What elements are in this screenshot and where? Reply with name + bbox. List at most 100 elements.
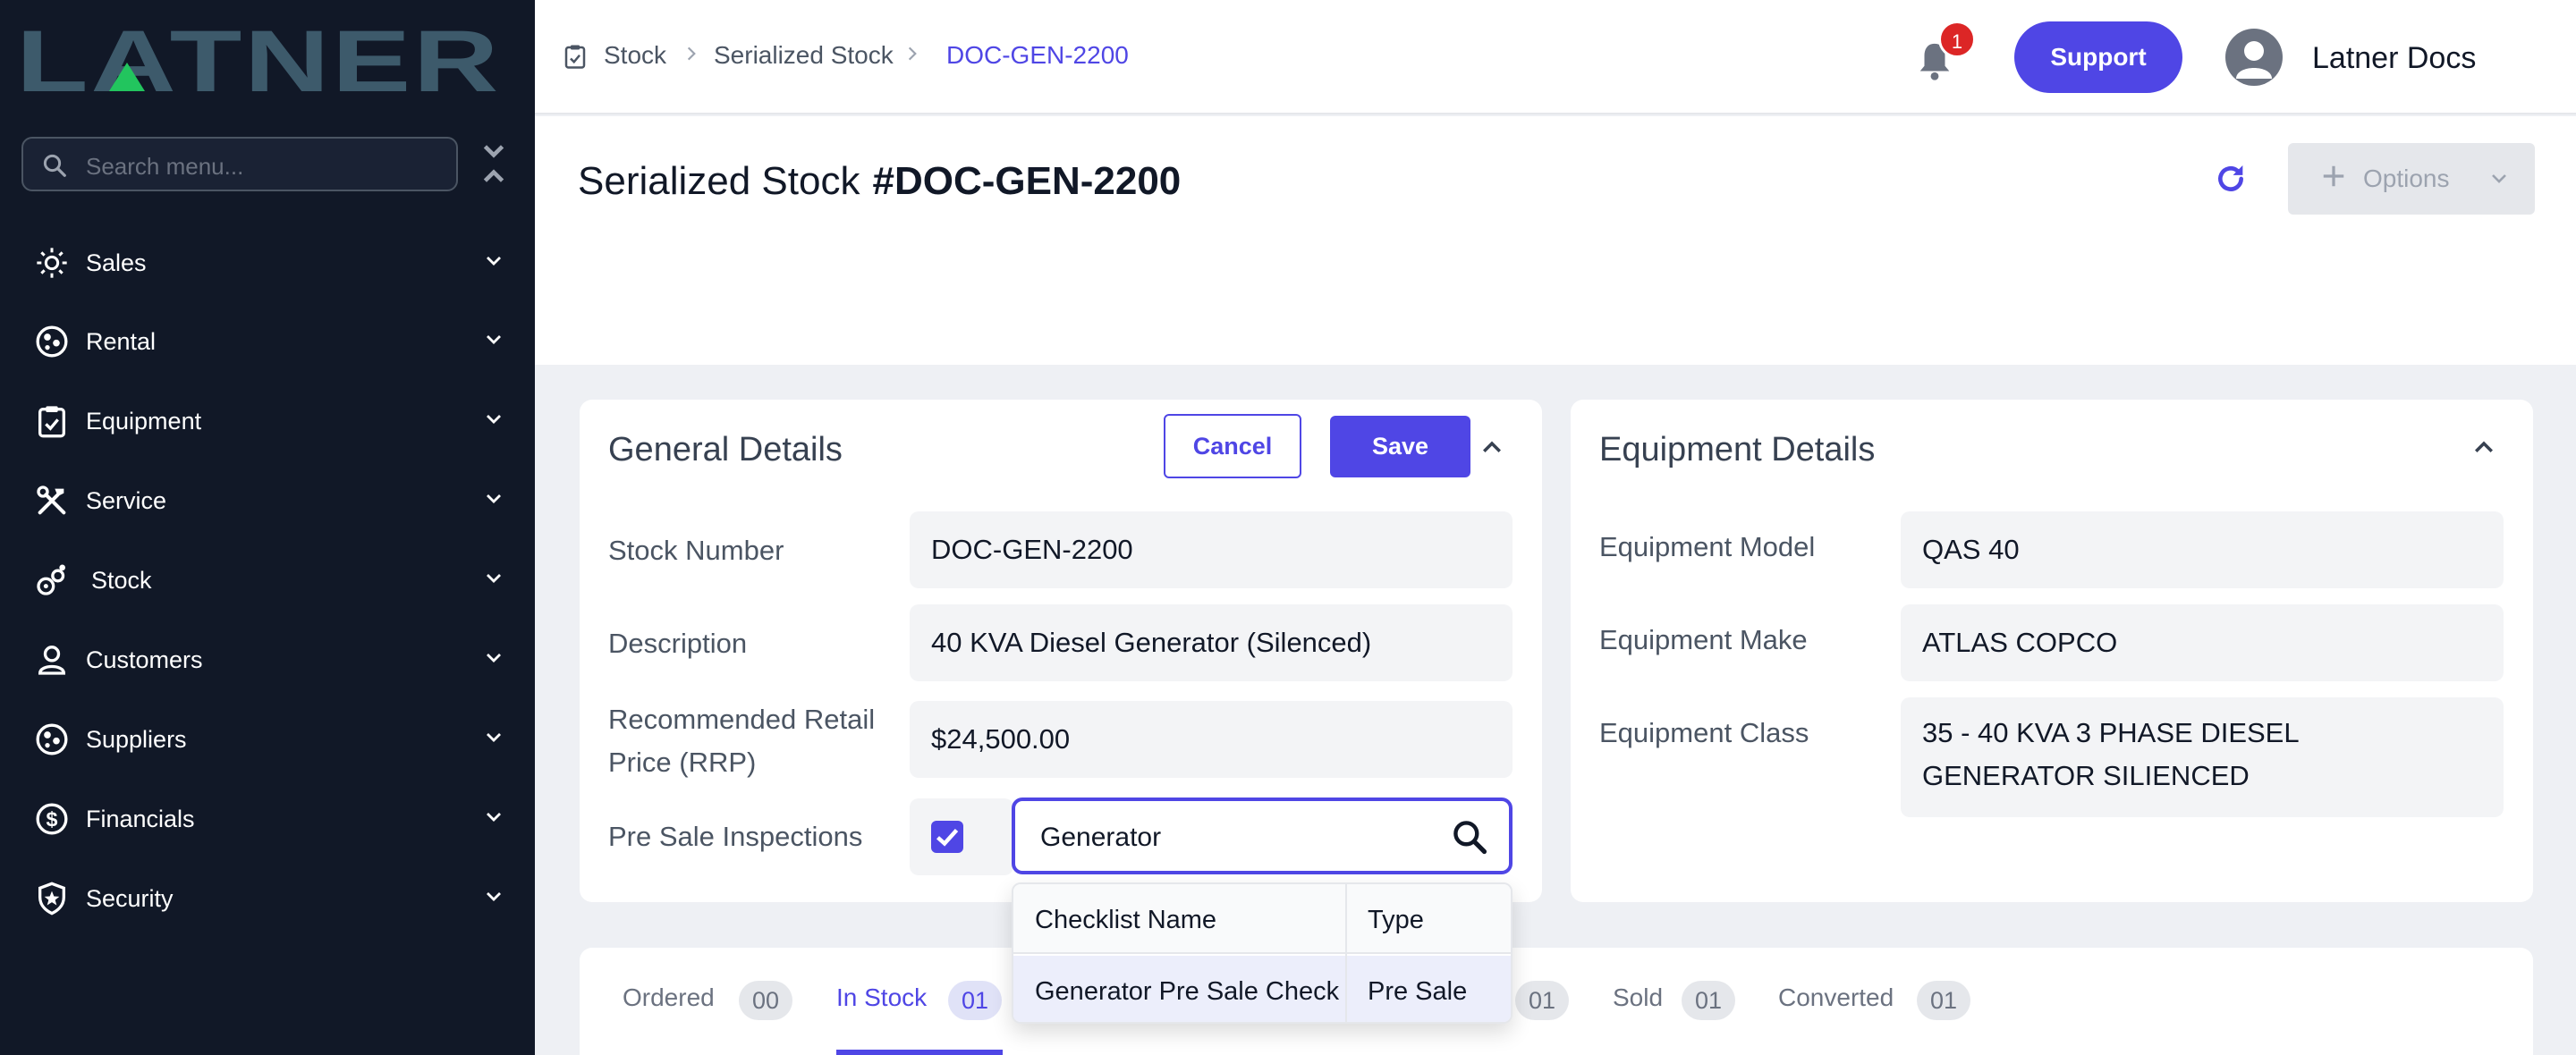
chevron-right-icon — [908, 46, 917, 61]
column-divider — [1345, 884, 1347, 1022]
support-button[interactable]: Support — [2014, 21, 2182, 93]
sidebar-item-sales[interactable]: Sales — [0, 230, 535, 292]
sidebar-item-suppliers[interactable]: Suppliers — [0, 706, 535, 769]
pre-sale-checkbox-wrap — [910, 798, 1013, 875]
sidebar-item-label: Equipment — [86, 408, 202, 435]
stock-number-field[interactable]: DOC-GEN-2200 — [910, 511, 1513, 588]
chevron-down-icon — [487, 733, 501, 742]
tab-converted[interactable]: Converted — [1778, 983, 1894, 1012]
shield-icon — [38, 882, 65, 916]
equipment-details-title: Equipment Details — [1599, 431, 1876, 468]
collapse-section-icon[interactable] — [1479, 435, 1505, 461]
search-icon[interactable] — [1450, 817, 1489, 857]
notification-badge: 1 — [1938, 21, 1976, 58]
menu-search-input[interactable]: Search menu... — [86, 153, 243, 181]
sidebar-item-label: Suppliers — [86, 726, 187, 753]
rental-icon — [36, 325, 68, 358]
chevron-down-icon — [487, 813, 501, 822]
options-button[interactable]: Options — [2288, 143, 2535, 215]
sidebar-item-label: Rental — [86, 328, 157, 355]
sidebar-item-stock[interactable]: Stock — [0, 547, 535, 610]
sidebar-item-service[interactable]: Service — [0, 468, 535, 530]
page-title: Serialized Stock #DOC-GEN-2200 — [578, 159, 1181, 204]
collapse-section-icon[interactable] — [2470, 435, 2497, 461]
sidebar-item-financials[interactable]: $ Financials — [0, 786, 535, 848]
active-tab-indicator — [836, 1050, 1003, 1055]
description-field[interactable]: 40 KVA Diesel Generator (Silenced) — [910, 604, 1513, 681]
chevron-down-icon — [487, 654, 501, 663]
chevron-down-icon — [487, 494, 501, 503]
equipment-class-field[interactable]: 35 - 40 KVA 3 PHASE DIESEL GENERATOR SIL… — [1901, 697, 2504, 817]
breadcrumb-serialized-stock[interactable]: Serialized Stock — [714, 41, 894, 70]
field-label: Description — [608, 628, 748, 659]
breadcrumb-stock[interactable]: Stock — [604, 41, 666, 70]
record-id: #DOC-GEN-2200 — [872, 159, 1182, 203]
tab-count: 00 — [739, 981, 792, 1020]
equipment-model-field[interactable]: QAS 40 — [1901, 511, 2504, 588]
checklist-lookup-input[interactable]: Generator — [1012, 798, 1513, 874]
plus-icon — [2323, 165, 2344, 187]
collapse-sidebar-icon[interactable] — [479, 143, 508, 184]
tab-count: 01 — [948, 981, 1002, 1020]
options-label: Options — [2363, 165, 2450, 192]
sales-icon — [37, 248, 67, 278]
sidebar: LATNER Search menu... Sales Rental Equip… — [0, 0, 535, 1055]
refresh-icon[interactable] — [2213, 161, 2249, 197]
rrp-field[interactable]: $24,500.00 — [910, 701, 1513, 778]
chevron-down-icon — [487, 335, 501, 344]
column-header-type: Type — [1368, 906, 1424, 934]
field-label: Equipment Class — [1599, 717, 1809, 748]
menu-search[interactable]: Search menu... — [21, 137, 458, 191]
general-details-title: General Details — [608, 431, 843, 468]
sidebar-item-security[interactable]: Security — [0, 865, 535, 928]
chevron-down-icon — [487, 415, 501, 424]
sidebar-item-label: Stock — [91, 567, 152, 594]
field-label: Price (RRP) — [608, 747, 757, 778]
svg-text:$: $ — [47, 807, 58, 831]
tab-in-stock[interactable]: In Stock — [836, 983, 927, 1012]
column-header-checklist-name: Checklist Name — [1035, 906, 1217, 934]
save-button[interactable]: Save — [1330, 416, 1470, 477]
latner-logo[interactable]: LATNER — [16, 18, 501, 100]
equipment-make-field[interactable]: ATLAS COPCO — [1901, 604, 2504, 681]
pre-sale-checkbox[interactable] — [931, 821, 963, 853]
tab-ordered[interactable]: Ordered — [623, 983, 715, 1012]
lookup-value: Generator — [1040, 823, 1162, 852]
sidebar-item-label: Service — [86, 487, 167, 514]
cancel-button[interactable]: Cancel — [1164, 414, 1301, 478]
dropdown-row[interactable]: Generator Pre Sale Check Pre Sale — [1013, 956, 1511, 1022]
chevron-down-icon — [487, 257, 501, 266]
sidebar-item-customers[interactable]: Customers — [0, 627, 535, 689]
clipboard-icon — [38, 406, 65, 438]
breadcrumb-current: DOC-GEN-2200 — [946, 41, 1129, 69]
tools-icon — [37, 485, 66, 515]
field-label: Stock Number — [608, 535, 784, 566]
svg-text:LATNER: LATNER — [16, 18, 501, 100]
user-avatar-icon — [2236, 41, 2272, 79]
checklist-dropdown: Checklist Name Type Generator Pre Sale C… — [1012, 882, 1513, 1024]
chevron-down-icon — [2492, 174, 2506, 183]
stock-icon — [37, 564, 65, 595]
field-label: Recommended Retail — [608, 704, 876, 735]
sidebar-item-equipment[interactable]: Equipment — [0, 388, 535, 451]
type-cell: Pre Sale — [1368, 977, 1468, 1006]
checklist-name-cell: Generator Pre Sale Check — [1035, 977, 1340, 1006]
tab-count: 01 — [1515, 981, 1569, 1020]
clipboard-icon — [564, 45, 586, 69]
tab-sold[interactable]: Sold — [1613, 983, 1663, 1012]
check-icon — [936, 828, 959, 847]
equipment-class-line: 35 - 40 KVA 3 PHASE DIESEL — [1922, 717, 2300, 748]
avatar[interactable] — [2225, 29, 2283, 86]
sidebar-item-rental[interactable]: Rental — [0, 308, 535, 371]
user-icon — [38, 646, 66, 675]
sidebar-item-label: Security — [86, 885, 174, 912]
user-name[interactable]: Latner Docs — [2312, 41, 2476, 76]
chevron-down-icon — [487, 574, 501, 583]
sidebar-item-label: Financials — [86, 806, 195, 832]
tab-count: 01 — [1917, 981, 1970, 1020]
equipment-class-line: GENERATOR SILIENCED — [1922, 760, 2250, 791]
search-icon — [43, 154, 66, 177]
tab-count: 01 — [1682, 981, 1735, 1020]
page-title-text: Serialized Stock — [578, 159, 860, 203]
dropdown-header: Checklist Name Type — [1013, 884, 1511, 954]
